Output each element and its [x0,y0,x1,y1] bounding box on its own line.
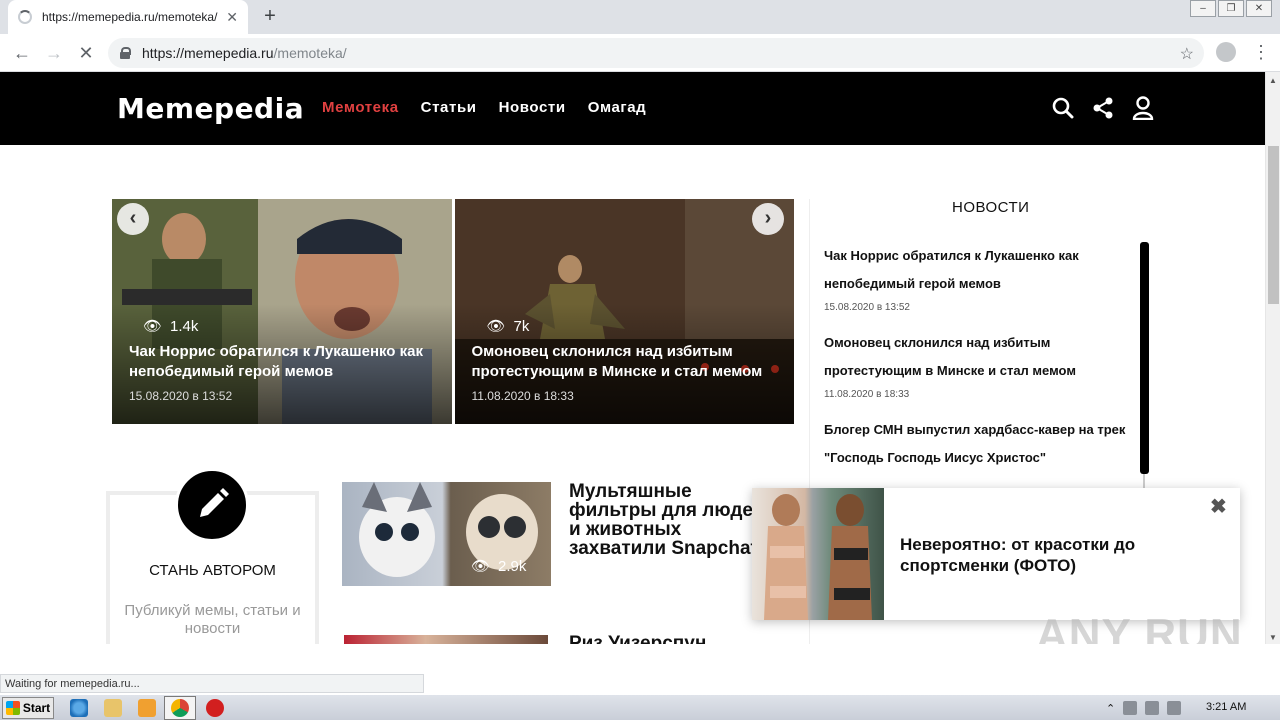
popup-title[interactable]: Невероятно: от красотки до спортсменки (… [900,534,1200,576]
antivirus-icon[interactable] [206,699,224,717]
slide-views: 👁 7k [486,317,530,336]
scrollbar-thumb[interactable] [1268,146,1279,304]
slide-title[interactable]: Чак Норрис обратился к Лукашенко как неп… [129,342,444,382]
eye-icon: 👁 [143,318,163,335]
eye-icon: 👁 [486,318,506,335]
folder-icon[interactable] [104,699,122,717]
page-scrollbar[interactable]: ▲ ▼ [1265,72,1280,644]
volume-icon[interactable] [1123,701,1138,715]
bookmark-star-icon[interactable]: ☆ [1180,44,1194,64]
browser-tab[interactable]: https://memepedia.ru/memoteka/ ✕ [8,0,248,34]
author-text: Публикуй мемы, статьи и новости [124,602,301,637]
news-item[interactable]: Блогер СМН выпустил хардбасс-кавер на тр… [824,416,1142,472]
slide-date: 15.08.2020 в 13:52 [129,389,233,403]
news-date: 15.08.2020 в 13:52 [824,302,910,313]
news-list: Чак Норрис обратился к Лукашенко как неп… [824,242,1142,488]
featured-slider: 👁 1.4k Чак Норрис обратился к Лукашенко … [112,199,794,424]
news-title[interactable]: Блогер СМН выпустил хардбасс-кавер на тр… [824,416,1142,472]
tab-strip: https://memepedia.ru/memoteka/ ✕ + – ❐ ✕ [0,0,1280,34]
slide-card[interactable]: 👁 7k Омоновец склонился над избитым прот… [454,199,794,424]
tab-close-icon[interactable]: ✕ [226,9,238,26]
minimize-button[interactable]: – [1190,0,1216,17]
new-tab-button[interactable]: + [258,4,282,28]
slide-date: 11.08.2020 в 18:33 [471,389,574,403]
slide-views-count: 1.4k [170,317,199,335]
slider-prev-button[interactable]: ‹ [117,203,149,235]
url-path: /memoteka/ [273,45,347,61]
promo-popup[interactable]: Невероятно: от красотки до спортсменки (… [752,488,1240,620]
nav-memoteka[interactable]: Мемотека [322,99,399,116]
news-title[interactable]: Чак Норрис обратился к Лукашенко как неп… [824,242,1142,298]
windows-logo-icon [5,701,20,715]
share-icon[interactable] [1092,96,1114,120]
slider-next-button[interactable]: › [752,203,784,235]
site-logo[interactable]: Memepedia [117,92,304,125]
start-button[interactable]: Start [2,697,54,719]
slide-views-count: 7k [513,317,530,335]
lock-icon [120,47,131,59]
media-player-icon[interactable] [138,699,156,717]
start-label: Start [22,701,51,715]
slide-card[interactable]: 👁 1.4k Чак Норрис обратился к Лукашенко … [112,199,452,424]
url-host: https://memepedia.ru [142,45,274,61]
article-title[interactable]: Мультяшные фильтры для людей и животных … [569,482,769,558]
close-icon[interactable]: ✖ [1210,494,1227,519]
news-item[interactable]: Омоновец склонился над избитым протестую… [824,329,1142,400]
system-tray: ⌃ [1106,697,1278,719]
news-title[interactable]: Омоновец склонился над избитым протестую… [824,329,1142,385]
forward-icon[interactable]: → [42,41,66,65]
article-views-count: 2.9k [498,557,527,575]
news-item[interactable]: Чак Норрис обратился к Лукашенко как неп… [824,242,1142,313]
browser-toolbar: ← → ✕ https://memepedia.ru/memoteka/ ☆ [0,34,1280,72]
profile-avatar[interactable] [1216,42,1236,62]
slide-title[interactable]: Омоновец склонился над избитым протестую… [472,342,787,382]
news-date: 11.08.2020 в 18:33 [824,389,910,400]
status-bubble: Waiting for memepedia.ru... [0,674,424,693]
taskbar-clock[interactable]: 3:21 AM [1206,701,1246,713]
pencil-icon[interactable] [175,468,249,542]
browser-menu-icon[interactable]: ⋮ [1252,42,1270,63]
eye-icon: 👁 [471,558,491,575]
user-icon[interactable] [1132,96,1154,121]
nav-articles[interactable]: Статьи [421,99,477,116]
article-title[interactable]: Риз Уизерспун [569,634,706,644]
ie-icon[interactable] [70,699,88,717]
address-bar[interactable]: https://memepedia.ru/memoteka/ ☆ [108,38,1204,68]
restore-button[interactable]: ❐ [1218,0,1244,17]
window-controls: – ❐ ✕ [1188,0,1272,18]
scroll-up-icon[interactable]: ▲ [1269,76,1277,85]
loading-spinner-icon [18,10,32,24]
back-icon[interactable]: ← [10,41,34,65]
close-window-button[interactable]: ✕ [1246,0,1272,17]
slide-views: 👁 1.4k [143,317,199,336]
news-heading: НОВОСТИ [952,199,1030,216]
nav-omagad[interactable]: Омагад [588,99,647,116]
windows-taskbar: Start ⌃ 3:21 AM [0,694,1280,720]
nav-news[interactable]: Новости [499,99,566,116]
tray-expand-icon[interactable]: ⌃ [1106,702,1115,715]
article-thumbnail[interactable] [344,635,548,644]
page-viewport: Memepedia Мемотека Статьи Новости Омагад [0,72,1265,644]
site-header: Memepedia Мемотека Статьи Новости Омагад [0,72,1265,145]
author-title[interactable]: СТАНЬ АВТОРОМ [106,562,319,579]
popup-thumbnail[interactable] [752,488,884,620]
action-center-flag-icon[interactable] [1167,701,1182,715]
scroll-down-icon[interactable]: ▼ [1269,633,1277,642]
chrome-icon[interactable] [171,699,189,717]
header-icons [1052,96,1154,121]
article-views: 👁 2.9k [471,557,527,576]
stop-loading-icon[interactable]: ✕ [74,41,98,65]
news-scrollbar[interactable] [1140,242,1149,474]
tab-title: https://memepedia.ru/memoteka/ [42,10,218,24]
main-nav: Мемотека Статьи Новости Омагад [322,99,646,116]
watermark: ANY RUN [1036,610,1243,644]
search-icon[interactable] [1052,96,1074,120]
network-icon[interactable] [1145,701,1160,715]
